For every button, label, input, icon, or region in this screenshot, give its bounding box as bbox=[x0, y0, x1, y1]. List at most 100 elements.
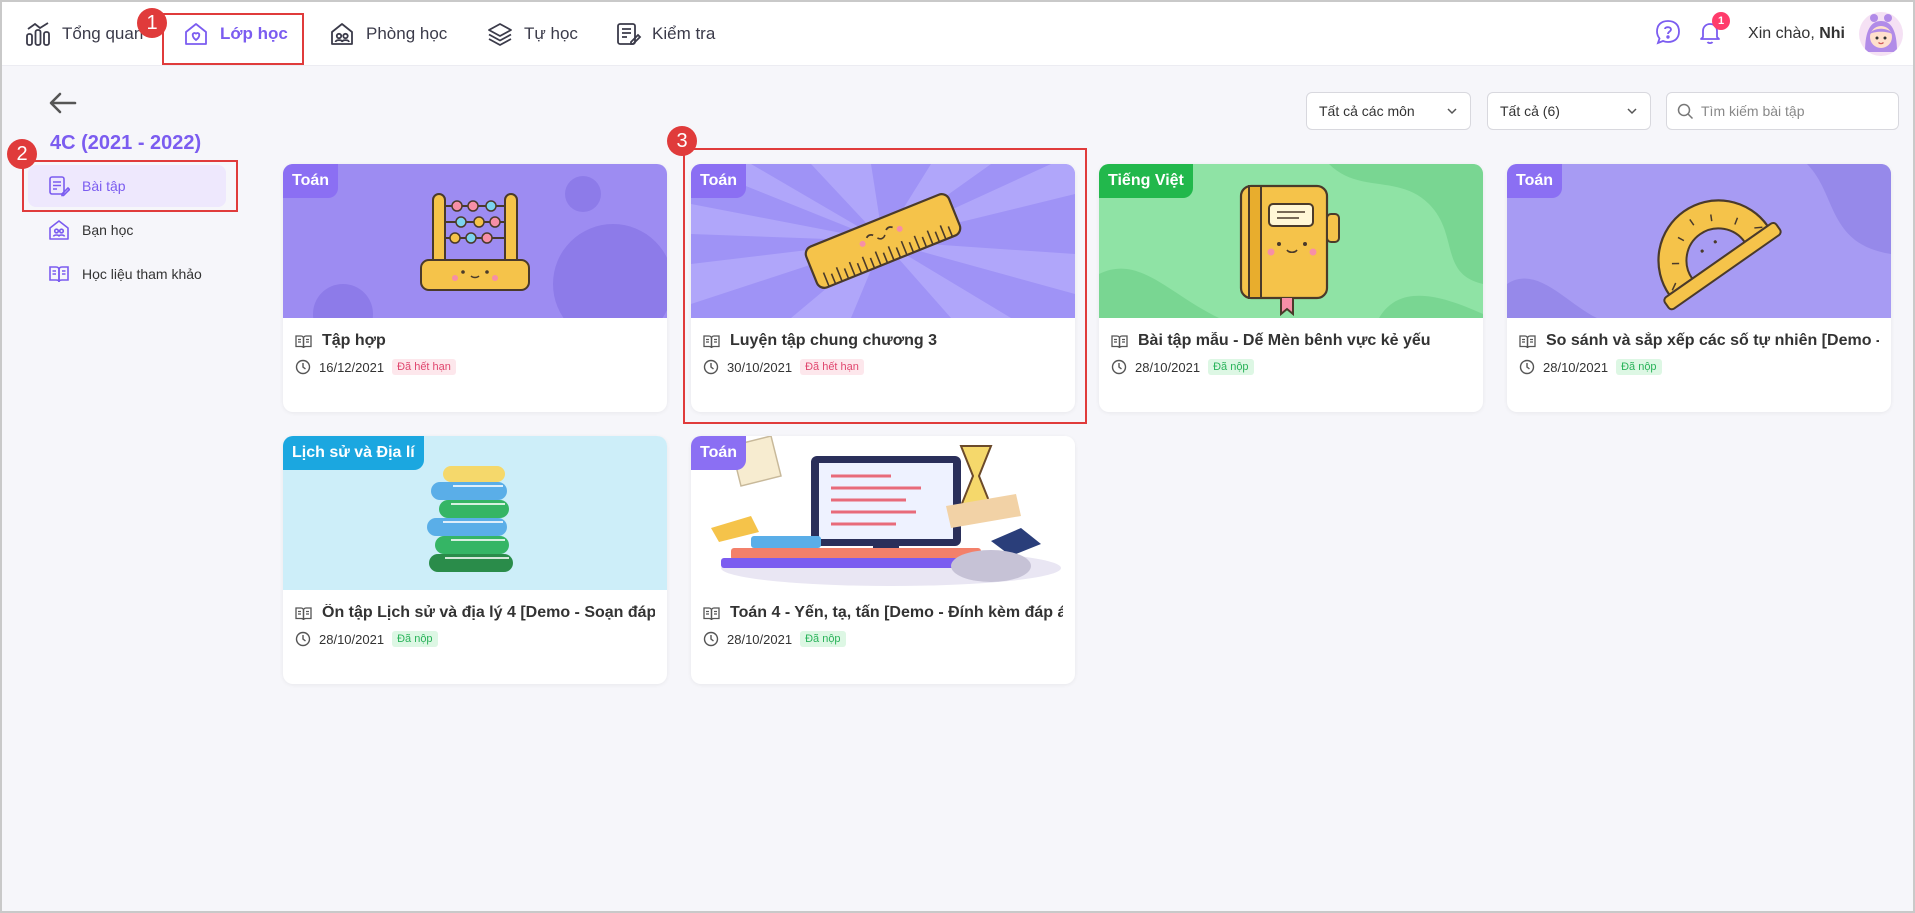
card-date: 30/10/2021 bbox=[727, 359, 793, 375]
clock-icon bbox=[1111, 359, 1127, 375]
card-date: 28/10/2021 bbox=[1135, 359, 1201, 375]
search-input[interactable] bbox=[1701, 103, 1881, 119]
subject-tag: Tiếng Việt bbox=[1099, 164, 1193, 198]
assignment-card[interactable]: Toán Toán 4 - Yến, tạ, tấn [Demo - Đính … bbox=[691, 436, 1075, 684]
assignment-card[interactable]: Toán Luyện tập chung chương 3 30/10/2021… bbox=[691, 164, 1075, 412]
card-meta: 16/12/2021 Đã hết hạn bbox=[295, 359, 456, 375]
avatar[interactable] bbox=[1859, 12, 1903, 56]
help-icon[interactable] bbox=[1654, 18, 1682, 51]
nav-tu-hoc[interactable]: Tự học bbox=[486, 2, 578, 66]
card-date: 28/10/2021 bbox=[1543, 359, 1609, 375]
back-arrow-icon[interactable] bbox=[48, 90, 78, 116]
book-icon bbox=[703, 334, 720, 348]
card-title: Toán 4 - Yến, tạ, tấn [Demo - Đính kèm đ… bbox=[703, 604, 1063, 622]
subject-tag: Toán bbox=[691, 164, 747, 198]
card-title: Bài tập mẫu - Dế Mèn bênh vực kẻ yếu bbox=[1111, 332, 1471, 350]
card-date: 16/12/2021 bbox=[319, 359, 385, 375]
card-title-text: Toán 4 - Yến, tạ, tấn [Demo - Đính kèm đ… bbox=[730, 604, 1063, 621]
sidebar-item-hoc-lieu[interactable]: Học liệu tham khảo bbox=[28, 253, 226, 295]
sidebar-item-ban-hoc[interactable]: Bạn học bbox=[28, 209, 226, 251]
greeting-prefix: Xin chào, bbox=[1748, 25, 1815, 42]
heart-home-icon bbox=[185, 23, 207, 45]
sidebar-item-label: Bài tập bbox=[82, 178, 126, 194]
card-title-text: Bài tập mẫu - Dế Mèn bênh vực kẻ yếu bbox=[1138, 332, 1431, 349]
status-badge: Đã nộp bbox=[1208, 359, 1254, 375]
book-icon bbox=[295, 606, 312, 620]
clock-icon bbox=[1519, 359, 1535, 375]
card-thumbnail: Toán bbox=[283, 164, 667, 318]
subject-tag: Toán bbox=[283, 164, 339, 198]
annotation-badge-1: 1 bbox=[137, 8, 167, 38]
book-icon bbox=[295, 334, 312, 348]
nav-label: Tự học bbox=[524, 24, 578, 43]
status-badge: Đã nộp bbox=[800, 631, 846, 647]
nav-label: Phòng học bbox=[366, 24, 448, 43]
subject-filter-value: Tất cả các môn bbox=[1319, 103, 1415, 119]
chart-icon bbox=[26, 22, 50, 46]
user-name: Nhi bbox=[1819, 25, 1845, 42]
bell-icon[interactable]: 1 bbox=[1696, 11, 1731, 51]
nav-kiem-tra[interactable]: Kiểm tra bbox=[614, 2, 715, 66]
card-thumbnail: Tiếng Việt bbox=[1099, 164, 1483, 318]
book-icon bbox=[1111, 334, 1128, 348]
clock-icon bbox=[295, 631, 311, 647]
clock-icon bbox=[295, 359, 311, 375]
annotation-badge-3: 3 bbox=[667, 126, 697, 156]
assignment-card[interactable]: Toán Tập hợp 16/12/2021 Đã hết hạn bbox=[283, 164, 667, 412]
chevron-down-icon bbox=[1627, 108, 1637, 115]
user-tools: 1 Xin chào, Nhi bbox=[1654, 2, 1903, 66]
nav-label: Tổng quan bbox=[62, 24, 144, 43]
nav-phong-hoc[interactable]: Phòng học bbox=[328, 2, 447, 66]
card-meta: 28/10/2021 Đã nộp bbox=[703, 631, 846, 647]
card-title-text: Ôn tập Lịch sử và địa lý 4 [Demo - Soạn … bbox=[322, 604, 655, 621]
card-thumbnail: Toán bbox=[1507, 164, 1891, 318]
card-title-text: So sánh và sắp xếp các số tự nhiên [Demo… bbox=[1546, 332, 1879, 349]
card-date: 28/10/2021 bbox=[319, 631, 385, 647]
sidebar-item-label: Bạn học bbox=[82, 222, 134, 238]
assignment-card[interactable]: Toán So sánh và sắp xếp các số tự nhiên … bbox=[1507, 164, 1891, 412]
layers-icon bbox=[488, 23, 512, 46]
card-meta: 30/10/2021 Đã hết hạn bbox=[703, 359, 864, 375]
card-meta: 28/10/2021 Đã nộp bbox=[1519, 359, 1662, 375]
card-date: 28/10/2021 bbox=[727, 631, 793, 647]
top-navigation-bar: Tổng quan Lớp học Phòng học Tự học Kiểm … bbox=[2, 2, 1913, 66]
sidebar-item-label: Học liệu tham khảo bbox=[82, 266, 202, 282]
subject-tag: Toán bbox=[691, 436, 747, 470]
status-badge: Đã hết hạn bbox=[392, 359, 456, 375]
card-thumbnail: Toán bbox=[691, 436, 1075, 590]
card-meta: 28/10/2021 Đã nộp bbox=[1111, 359, 1254, 375]
status-badge: Đã nộp bbox=[392, 631, 438, 647]
classroom-icon bbox=[331, 23, 353, 45]
nav-lop-hoc[interactable]: Lớp học bbox=[182, 2, 288, 66]
nav-tong-quan[interactable]: Tổng quan bbox=[24, 2, 143, 66]
status-filter-value: Tất cả (6) bbox=[1500, 103, 1560, 119]
card-title: Ôn tập Lịch sử và địa lý 4 [Demo - Soạn … bbox=[295, 604, 655, 622]
nav-label: Lớp học bbox=[220, 24, 288, 43]
chevron-down-icon bbox=[1447, 108, 1457, 115]
status-badge: Đã nộp bbox=[1616, 359, 1662, 375]
assignment-card[interactable]: Tiếng Việt Bài tập mẫu - Dế Mèn bênh vực… bbox=[1099, 164, 1483, 412]
subject-filter-select[interactable]: Tất cả các môn bbox=[1306, 92, 1471, 130]
notification-count-badge: 1 bbox=[1712, 11, 1731, 30]
card-title: Tập hợp bbox=[295, 332, 655, 350]
status-filter-select[interactable]: Tất cả (6) bbox=[1487, 92, 1651, 130]
sidebar-item-bai-tap[interactable]: Bài tập bbox=[28, 165, 226, 207]
assignment-card[interactable]: Lịch sử và Địa lí Ôn tập Lịch sử và địa … bbox=[283, 436, 667, 684]
card-title-text: Luyện tập chung chương 3 bbox=[730, 332, 937, 349]
book-icon bbox=[703, 606, 720, 620]
card-meta: 28/10/2021 Đã nộp bbox=[295, 631, 438, 647]
clock-icon bbox=[703, 359, 719, 375]
subject-tag: Toán bbox=[1507, 164, 1563, 198]
card-thumbnail: Toán bbox=[691, 164, 1075, 318]
status-badge: Đã hết hạn bbox=[800, 359, 864, 375]
search-box[interactable] bbox=[1666, 92, 1899, 130]
greeting-text: Xin chào, Nhi bbox=[1748, 25, 1845, 43]
book-icon bbox=[1519, 334, 1536, 348]
card-title: Luyện tập chung chương 3 bbox=[703, 332, 1063, 350]
book-open-icon bbox=[49, 266, 69, 283]
card-title-text: Tập hợp bbox=[322, 332, 386, 349]
class-title: 4C (2021 - 2022) bbox=[50, 132, 202, 154]
test-document-icon bbox=[617, 23, 642, 45]
classmates-icon bbox=[49, 220, 69, 240]
annotation-badge-2: 2 bbox=[7, 139, 37, 169]
